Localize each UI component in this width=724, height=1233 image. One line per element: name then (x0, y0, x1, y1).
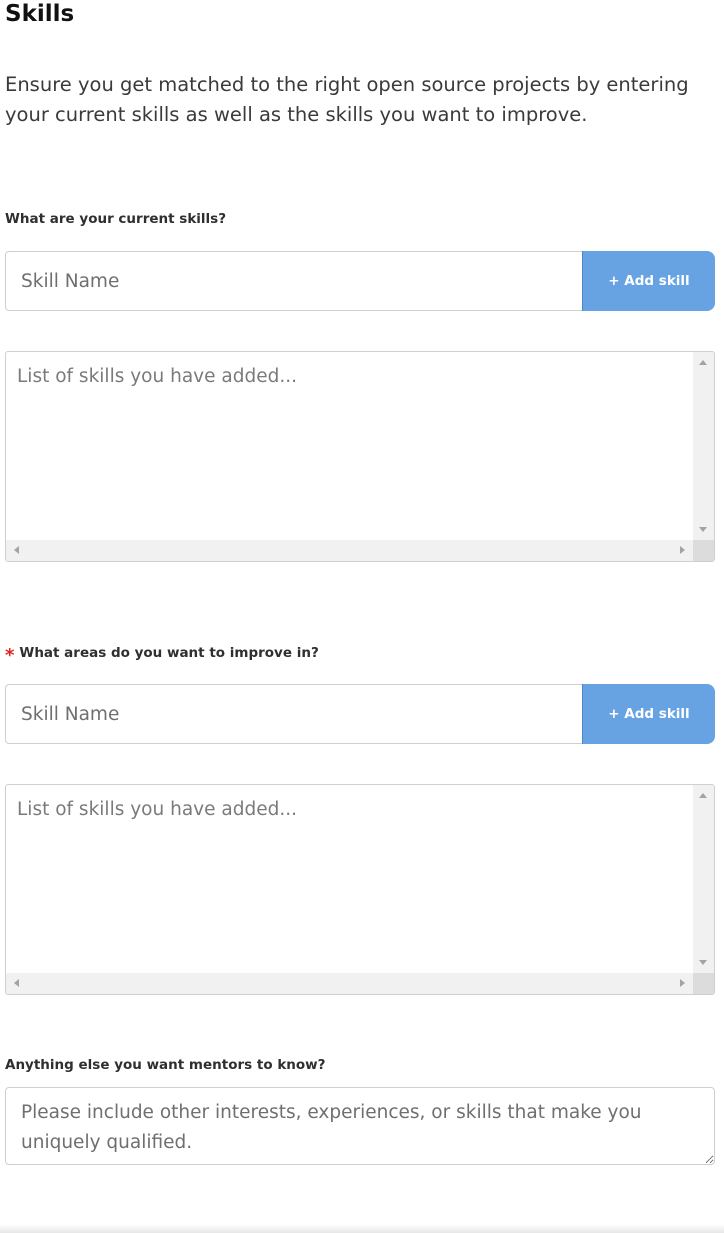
skills-form-page: Skills Ensure you get matched to the rig… (0, 0, 724, 1233)
section-intro: Ensure you get matched to the right open… (5, 73, 689, 126)
mentor-notes-label-text: Anything else you want mentors to know? (5, 1057, 326, 1073)
scroll-down-arrow-icon[interactable] (699, 527, 707, 532)
improve-skills-add-button[interactable]: + Add skill (582, 684, 715, 744)
current-skills-input-row: + Add skill (5, 251, 715, 311)
current-skill-name-input[interactable] (5, 251, 582, 311)
scroll-up-arrow-icon[interactable] (699, 793, 707, 798)
improve-skills-list[interactable]: List of skills you have added... (5, 784, 715, 995)
improve-skills-label-text: What areas do you want to improve in? (19, 645, 319, 661)
improve-skill-name-input[interactable] (5, 684, 582, 744)
improve-skills-vertical-scrollbar[interactable] (693, 785, 714, 973)
scroll-left-arrow-icon[interactable] (14, 546, 19, 554)
current-skills-list-placeholder: List of skills you have added... (17, 366, 297, 387)
current-skills-vertical-scrollbar[interactable] (693, 352, 714, 540)
current-skills-label-text: What are your current skills? (5, 211, 227, 227)
improve-skills-label: * What areas do you want to improve in? (5, 643, 319, 665)
current-skills-horizontal-scrollbar[interactable] (6, 540, 693, 561)
improve-skills-list-placeholder: List of skills you have added... (17, 799, 297, 820)
footer-divider (0, 1224, 724, 1233)
mentor-notes-label: Anything else you want mentors to know? (5, 1056, 325, 1074)
scroll-right-arrow-icon[interactable] (680, 979, 685, 987)
section-title: Skills (5, 1, 75, 27)
improve-skills-input-row: + Add skill (5, 684, 715, 744)
improve-skills-horizontal-scrollbar[interactable] (6, 973, 693, 994)
required-asterisk-icon: * (5, 645, 15, 666)
current-skills-add-button[interactable]: + Add skill (582, 251, 715, 311)
scroll-up-arrow-icon[interactable] (699, 360, 707, 365)
scroll-down-arrow-icon[interactable] (699, 960, 707, 965)
scroll-right-arrow-icon[interactable] (680, 546, 685, 554)
current-skills-label: What are your current skills? (5, 210, 226, 228)
scroll-left-arrow-icon[interactable] (14, 979, 19, 987)
scrollbar-corner (693, 973, 714, 994)
current-skills-list[interactable]: List of skills you have added... (5, 351, 715, 562)
mentor-notes-textarea[interactable] (5, 1087, 715, 1165)
scrollbar-corner (693, 540, 714, 561)
